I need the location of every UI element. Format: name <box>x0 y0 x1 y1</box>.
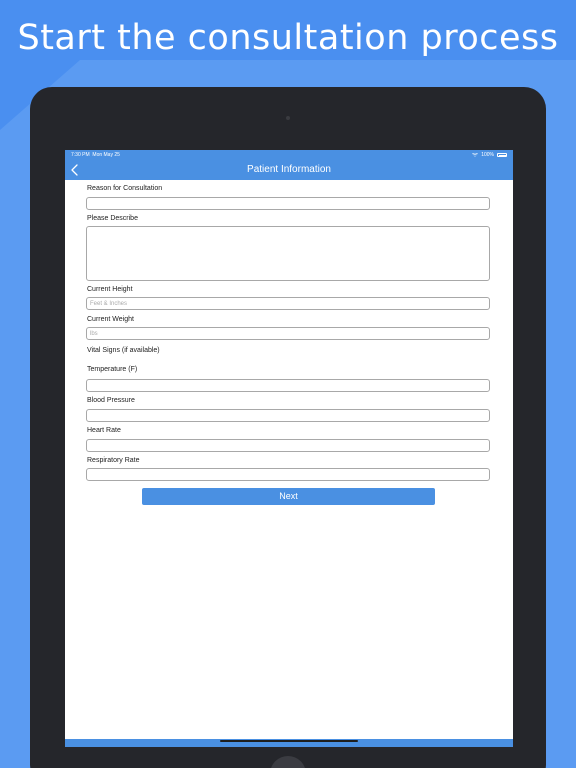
status-bar: 7:30 PM Mon May 25 100% <box>65 150 513 160</box>
navigation-bar: Patient Information <box>65 160 513 180</box>
temperature-input[interactable] <box>86 379 490 392</box>
battery-icon <box>497 153 507 157</box>
status-date-text: Mon May 25 <box>92 152 120 158</box>
app-screen: 7:30 PM Mon May 25 100% Patient Informat… <box>65 150 513 747</box>
respiratory-rate-input[interactable] <box>86 468 490 481</box>
promo-headline: Start the consultation process <box>17 18 559 58</box>
next-button[interactable]: Next <box>142 488 435 505</box>
temperature-label: Temperature (F) <box>87 366 138 373</box>
height-input[interactable]: Feet & Inches <box>86 297 490 310</box>
describe-textarea[interactable] <box>86 226 490 281</box>
wifi-icon <box>472 153 479 157</box>
weight-label: Current Weight <box>87 316 134 323</box>
reason-input[interactable] <box>86 197 490 210</box>
front-camera <box>286 116 290 120</box>
height-label: Current Height <box>87 286 133 293</box>
page-title: Patient Information <box>247 164 331 175</box>
heart-rate-label: Heart Rate <box>87 427 121 434</box>
status-time: 7:30 PM Mon May 25 <box>71 152 120 158</box>
blood-pressure-input[interactable] <box>86 409 490 422</box>
describe-label: Please Describe <box>87 215 138 222</box>
vitals-heading: Vital Signs (if available) <box>87 347 160 354</box>
heart-rate-input[interactable] <box>86 439 490 452</box>
status-indicators: 100% <box>472 152 507 158</box>
respiratory-rate-label: Respiratory Rate <box>87 457 140 464</box>
battery-percent: 100% <box>481 152 494 158</box>
home-indicator <box>220 740 358 742</box>
reason-label: Reason for Consultation <box>87 185 163 192</box>
blood-pressure-label: Blood Pressure <box>87 397 135 404</box>
weight-input[interactable]: lbs <box>86 327 490 340</box>
status-time-text: 7:30 PM <box>71 152 90 158</box>
